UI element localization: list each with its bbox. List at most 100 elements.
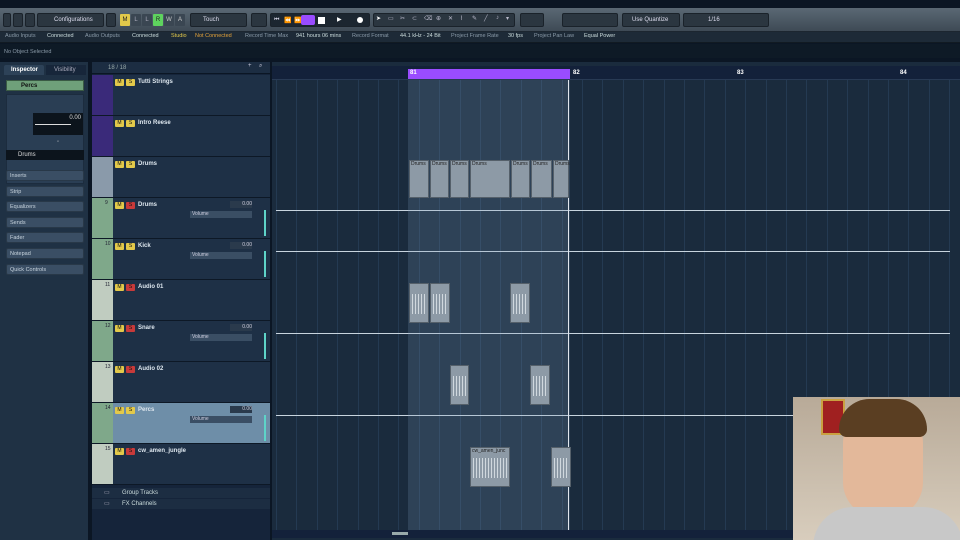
track-volume-value[interactable]: 0.00 (230, 201, 252, 208)
line-icon[interactable]: ╱ (484, 15, 488, 22)
fx-channels-folder[interactable]: ▭ FX Channels (92, 499, 270, 509)
audio-event[interactable] (430, 283, 450, 323)
solo-button[interactable]: S (126, 366, 135, 373)
mute-button[interactable]: M (115, 243, 124, 250)
quantize-dropdown[interactable]: Use Quantize (622, 13, 680, 27)
automation-l-button[interactable]: L (131, 14, 141, 26)
solo-button[interactable]: S (126, 202, 135, 209)
cycle-icon[interactable] (301, 15, 315, 25)
track-row[interactable]: 13 M S Audio 02 (92, 362, 270, 403)
track-name[interactable]: Intro Reese (138, 120, 171, 126)
range-selection-icon[interactable]: ▭ (388, 15, 394, 22)
track-name[interactable]: Audio 01 (138, 284, 163, 290)
automation-read-button[interactable]: R (153, 14, 163, 26)
mute-button[interactable]: M (115, 448, 124, 455)
mute-button[interactable]: M (115, 284, 124, 291)
solo-button[interactable]: S (126, 325, 135, 332)
track-row[interactable]: 12 M S Snare 0.00 Volume (92, 321, 270, 362)
audio-event[interactable] (409, 283, 429, 323)
activate-project-button[interactable] (3, 13, 11, 27)
automation-m-button[interactable]: M (120, 14, 130, 26)
glue-icon[interactable]: ⊂ (412, 15, 417, 22)
mute-button[interactable]: M (115, 325, 124, 332)
track-row[interactable]: 9 M S Drums 0.00 Volume (92, 198, 270, 239)
nudge-icon[interactable] (251, 13, 267, 27)
rewind-icon[interactable]: ⏪ (284, 17, 291, 24)
track-name[interactable]: Percs (138, 407, 154, 413)
automation-parameter[interactable]: Volume (190, 252, 252, 259)
constrain-delay-button[interactable] (13, 13, 23, 27)
folder-event[interactable]: Drums (531, 160, 552, 198)
inspector-track-header[interactable]: Percs (6, 80, 84, 91)
inspector-section-strip[interactable]: Strip (6, 185, 84, 197)
grid-dropdown[interactable]: 1/16 (683, 13, 769, 27)
zoom-icon[interactable]: ⊕ (436, 15, 441, 22)
inspector-section-inserts[interactable]: Inserts (6, 170, 84, 181)
automation-line[interactable] (276, 333, 950, 334)
inspector-section-sends[interactable]: Sends (6, 216, 84, 228)
mute-button[interactable]: M (115, 161, 124, 168)
track-name[interactable]: cw_amen_jungle (138, 448, 186, 454)
track-row[interactable]: 11 M S Audio 01 (92, 280, 270, 321)
play-tool-icon[interactable]: ♪ (496, 15, 499, 21)
automation-a-button[interactable]: A (175, 14, 185, 26)
audio-event[interactable] (450, 365, 469, 405)
track-row[interactable]: M S Tutti Strings (92, 75, 270, 116)
inspector-section-fader[interactable]: Fader (6, 232, 84, 244)
track-volume-value[interactable]: 0.00 (230, 324, 252, 331)
audio-event[interactable] (510, 283, 530, 323)
erase-icon[interactable]: ⌫ (424, 15, 432, 22)
solo-button[interactable]: S (126, 448, 135, 455)
track-name[interactable]: Kick (138, 243, 151, 249)
mute-button[interactable]: M (115, 366, 124, 373)
inspector-volume-fader[interactable]: 0.00 (33, 113, 83, 135)
automation-parameter[interactable]: Volume (190, 211, 252, 218)
mute-button[interactable]: M (115, 79, 124, 86)
home-icon[interactable] (106, 13, 116, 27)
track-name[interactable]: Audio 02 (138, 366, 163, 372)
track-row[interactable]: M S Drums (92, 157, 270, 198)
audio-event[interactable] (551, 447, 571, 487)
folder-event[interactable]: Drums (450, 160, 469, 198)
automation-parameter[interactable]: Volume (190, 334, 252, 341)
track-name[interactable]: Drums (138, 161, 157, 167)
solo-button[interactable]: S (126, 120, 135, 127)
play-icon[interactable]: ▶ (337, 16, 342, 23)
inspector-section-notepad[interactable]: Notepad (6, 248, 84, 259)
inspector-mute-button[interactable] (10, 97, 19, 104)
solo-button[interactable]: S (126, 284, 135, 291)
solo-button[interactable]: S (126, 79, 135, 86)
track-name[interactable]: Snare (138, 325, 155, 331)
draw-icon[interactable]: ✎ (472, 15, 477, 22)
tools-bar[interactable]: ➤ ▭ ✂ ⊂ ⌫ ⊕ ✕ ⌇ ✎ ╱ ♪ ▾ (373, 13, 515, 27)
folder-event[interactable]: Drums (430, 160, 449, 198)
track-name[interactable]: Drums (138, 202, 157, 208)
solo-button[interactable]: S (126, 243, 135, 250)
time-warp-icon[interactable]: ⌇ (460, 15, 463, 22)
solo-button[interactable]: S (126, 407, 135, 414)
add-track-icon[interactable]: + (248, 63, 252, 69)
automation-r-button[interactable]: L (142, 14, 152, 26)
pan-knob-icon[interactable]: ◦ (57, 139, 59, 145)
track-name[interactable]: Tutti Strings (138, 79, 173, 85)
track-volume-value[interactable]: 0.00 (230, 242, 252, 249)
mute-button[interactable]: M (115, 202, 124, 209)
automation-write-button[interactable]: W (164, 14, 174, 26)
inspector-output-routing[interactable]: Drums (6, 150, 84, 160)
mute-icon[interactable]: ✕ (448, 15, 453, 22)
folder-event[interactable]: Drums (553, 160, 570, 198)
snap-settings[interactable] (562, 13, 618, 27)
record-icon[interactable] (357, 17, 363, 23)
group-tracks-folder[interactable]: ▭ Group Tracks (92, 488, 270, 498)
tab-inspector[interactable]: Inspector (4, 65, 44, 75)
automation-mode-dropdown[interactable]: Touch (190, 13, 247, 27)
folder-event[interactable]: Drums (409, 160, 429, 198)
object-selection-icon[interactable]: ➤ (376, 15, 381, 22)
inspector-section-equalizers[interactable]: Equalizers (6, 201, 84, 213)
ruler[interactable]: 81 82 83 84 (272, 66, 960, 80)
configurations-dropdown[interactable]: Configurations (37, 13, 104, 27)
audio-event[interactable]: cw_amen_junc (470, 447, 510, 487)
track-row[interactable]: 10 M S Kick 0.00 Volume (92, 239, 270, 280)
split-icon[interactable]: ✂ (400, 15, 405, 22)
mute-button[interactable]: M (115, 120, 124, 127)
